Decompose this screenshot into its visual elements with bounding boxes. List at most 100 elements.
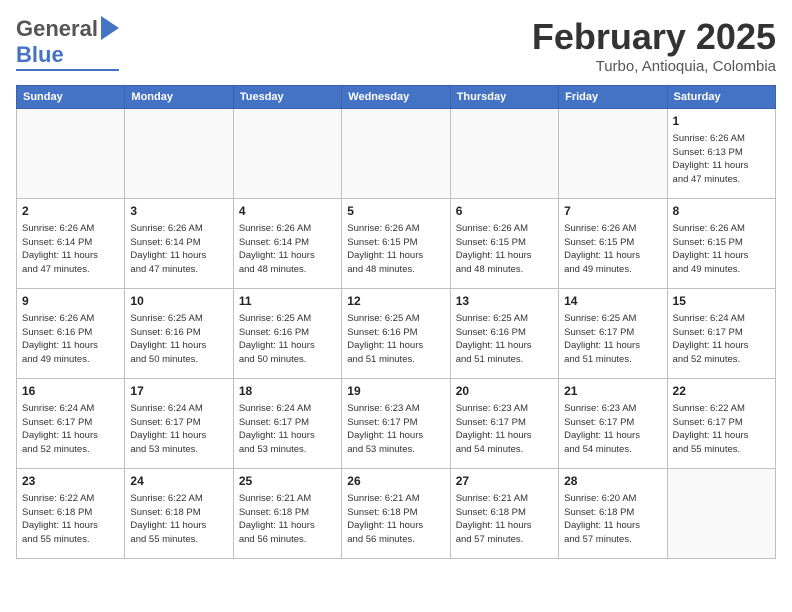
day-info: Sunrise: 6:21 AM Sunset: 6:18 PM Dayligh… <box>239 492 336 547</box>
day-number: 10 <box>130 293 227 310</box>
day-number: 17 <box>130 383 227 400</box>
location-title: Turbo, Antioquia, Colombia <box>532 58 776 75</box>
day-number: 28 <box>564 473 661 490</box>
page-header: General Blue February 2025 Turbo, Antioq… <box>16 16 776 75</box>
day-number: 23 <box>22 473 119 490</box>
calendar-cell <box>450 109 558 199</box>
calendar-cell: 22 Sunrise: 6:22 AM Sunset: 6:17 PM Dayli… <box>667 379 775 469</box>
calendar-cell: 3Sunrise: 6:26 AM Sunset: 6:14 PM Daylig… <box>125 199 233 289</box>
calendar-cell: 7 Sunrise: 6:26 AM Sunset: 6:15 PM Daylig… <box>559 199 667 289</box>
day-info: Sunrise: 6:22 AM Sunset: 6:18 PM Dayligh… <box>130 492 227 547</box>
day-info: Sunrise: 6:26 AM Sunset: 6:14 PM Dayligh… <box>130 222 227 277</box>
calendar-cell: 25 Sunrise: 6:21 AM Sunset: 6:18 PM Dayli… <box>233 469 341 559</box>
calendar-cell: 4Sunrise: 6:26 AM Sunset: 6:14 PM Daylig… <box>233 199 341 289</box>
calendar-cell: 21 Sunrise: 6:23 AM Sunset: 6:17 PM Dayli… <box>559 379 667 469</box>
calendar-cell: 24 Sunrise: 6:22 AM Sunset: 6:18 PM Dayli… <box>125 469 233 559</box>
weekday-header-sunday: Sunday <box>17 86 125 109</box>
calendar-table: SundayMondayTuesdayWednesdayThursdayFrid… <box>16 85 776 559</box>
weekday-header-saturday: Saturday <box>667 86 775 109</box>
calendar-cell: 6 Sunrise: 6:26 AM Sunset: 6:15 PM Daylig… <box>450 199 558 289</box>
calendar-cell: 8 Sunrise: 6:26 AM Sunset: 6:15 PM Daylig… <box>667 199 775 289</box>
day-number: 16 <box>22 383 119 400</box>
day-info: Sunrise: 6:26 AM Sunset: 6:15 PM Dayligh… <box>673 222 770 277</box>
day-info: Sunrise: 6:22 AM Sunset: 6:17 PM Dayligh… <box>673 402 770 457</box>
day-info: Sunrise: 6:24 AM Sunset: 6:17 PM Dayligh… <box>22 402 119 457</box>
day-info: Sunrise: 6:26 AM Sunset: 6:15 PM Dayligh… <box>347 222 444 277</box>
weekday-header-row: SundayMondayTuesdayWednesdayThursdayFrid… <box>17 86 776 109</box>
day-info: Sunrise: 6:22 AM Sunset: 6:18 PM Dayligh… <box>22 492 119 547</box>
day-number: 21 <box>564 383 661 400</box>
day-number: 15 <box>673 293 770 310</box>
calendar-cell: 1 Sunrise: 6:26 AM Sunset: 6:13 PM Daylig… <box>667 109 775 199</box>
day-info: Sunrise: 6:20 AM Sunset: 6:18 PM Dayligh… <box>564 492 661 547</box>
day-number: 9 <box>22 293 119 310</box>
week-row-3: 9 Sunrise: 6:26 AM Sunset: 6:16 PM Daylig… <box>17 289 776 379</box>
day-info: Sunrise: 6:21 AM Sunset: 6:18 PM Dayligh… <box>456 492 553 547</box>
week-row-2: 2 Sunrise: 6:26 AM Sunset: 6:14 PM Daylig… <box>17 199 776 289</box>
logo-blue: Blue <box>16 42 64 68</box>
calendar-cell: 11 Sunrise: 6:25 AM Sunset: 6:16 PM Dayli… <box>233 289 341 379</box>
day-number: 8 <box>673 203 770 220</box>
calendar-cell <box>667 469 775 559</box>
calendar-cell <box>233 109 341 199</box>
calendar-cell: 16 Sunrise: 6:24 AM Sunset: 6:17 PM Dayli… <box>17 379 125 469</box>
calendar-cell: 13Sunrise: 6:25 AM Sunset: 6:16 PM Dayli… <box>450 289 558 379</box>
calendar-cell: 5 Sunrise: 6:26 AM Sunset: 6:15 PM Daylig… <box>342 199 450 289</box>
day-number: 5 <box>347 203 444 220</box>
day-number: 25 <box>239 473 336 490</box>
day-info: Sunrise: 6:24 AM Sunset: 6:17 PM Dayligh… <box>239 402 336 457</box>
day-number: 6 <box>456 203 553 220</box>
calendar-cell: 9 Sunrise: 6:26 AM Sunset: 6:16 PM Daylig… <box>17 289 125 379</box>
calendar-cell: 17 Sunrise: 6:24 AM Sunset: 6:17 PM Dayli… <box>125 379 233 469</box>
calendar-cell <box>342 109 450 199</box>
calendar-cell <box>559 109 667 199</box>
week-row-5: 23 Sunrise: 6:22 AM Sunset: 6:18 PM Dayli… <box>17 469 776 559</box>
day-info: Sunrise: 6:26 AM Sunset: 6:15 PM Dayligh… <box>456 222 553 277</box>
calendar-cell: 18 Sunrise: 6:24 AM Sunset: 6:17 PM Dayli… <box>233 379 341 469</box>
calendar-cell: 2 Sunrise: 6:26 AM Sunset: 6:14 PM Daylig… <box>17 199 125 289</box>
calendar-cell: 27 Sunrise: 6:21 AM Sunset: 6:18 PM Dayli… <box>450 469 558 559</box>
month-title: February 2025 <box>532 16 776 58</box>
day-number: 11 <box>239 293 336 310</box>
calendar-cell: 12 Sunrise: 6:25 AM Sunset: 6:16 PM Dayli… <box>342 289 450 379</box>
day-number: 22 <box>673 383 770 400</box>
calendar-cell: 20 Sunrise: 6:23 AM Sunset: 6:17 PM Dayli… <box>450 379 558 469</box>
weekday-header-monday: Monday <box>125 86 233 109</box>
day-info: Sunrise: 6:25 AM Sunset: 6:17 PM Dayligh… <box>564 312 661 367</box>
day-number: 1 <box>673 113 770 130</box>
calendar-cell <box>125 109 233 199</box>
calendar-cell: 28 Sunrise: 6:20 AM Sunset: 6:18 PM Dayli… <box>559 469 667 559</box>
day-number: 14 <box>564 293 661 310</box>
day-info: Sunrise: 6:25 AM Sunset: 6:16 PM Dayligh… <box>239 312 336 367</box>
title-block: February 2025 Turbo, Antioquia, Colombia <box>532 16 776 75</box>
day-info: Sunrise: 6:26 AM Sunset: 6:13 PM Dayligh… <box>673 132 770 187</box>
day-number: 19 <box>347 383 444 400</box>
logo-triangle-icon <box>101 16 119 40</box>
logo-underline <box>16 69 119 71</box>
day-number: 18 <box>239 383 336 400</box>
day-info: Sunrise: 6:23 AM Sunset: 6:17 PM Dayligh… <box>456 402 553 457</box>
day-info: Sunrise: 6:23 AM Sunset: 6:17 PM Dayligh… <box>564 402 661 457</box>
day-number: 20 <box>456 383 553 400</box>
day-info: Sunrise: 6:25 AM Sunset: 6:16 PM Dayligh… <box>347 312 444 367</box>
weekday-header-friday: Friday <box>559 86 667 109</box>
calendar-cell: 10 Sunrise: 6:25 AM Sunset: 6:16 PM Dayli… <box>125 289 233 379</box>
day-info: Sunrise: 6:24 AM Sunset: 6:17 PM Dayligh… <box>130 402 227 457</box>
day-number: 7 <box>564 203 661 220</box>
day-info: Sunrise: 6:26 AM Sunset: 6:14 PM Dayligh… <box>22 222 119 277</box>
logo-general: General <box>16 16 98 42</box>
logo: General Blue <box>16 16 119 71</box>
day-number: 24 <box>130 473 227 490</box>
day-number: 27 <box>456 473 553 490</box>
day-number: 4 <box>239 203 336 220</box>
day-info: Sunrise: 6:21 AM Sunset: 6:18 PM Dayligh… <box>347 492 444 547</box>
calendar-cell <box>17 109 125 199</box>
day-info: Sunrise: 6:24 AM Sunset: 6:17 PM Dayligh… <box>673 312 770 367</box>
day-info: Sunrise: 6:26 AM Sunset: 6:16 PM Dayligh… <box>22 312 119 367</box>
day-number: 12 <box>347 293 444 310</box>
day-number: 13 <box>456 293 553 310</box>
day-info: Sunrise: 6:23 AM Sunset: 6:17 PM Dayligh… <box>347 402 444 457</box>
day-info: Sunrise: 6:25 AM Sunset: 6:16 PM Dayligh… <box>130 312 227 367</box>
day-number: 2 <box>22 203 119 220</box>
day-info: Sunrise: 6:26 AM Sunset: 6:15 PM Dayligh… <box>564 222 661 277</box>
